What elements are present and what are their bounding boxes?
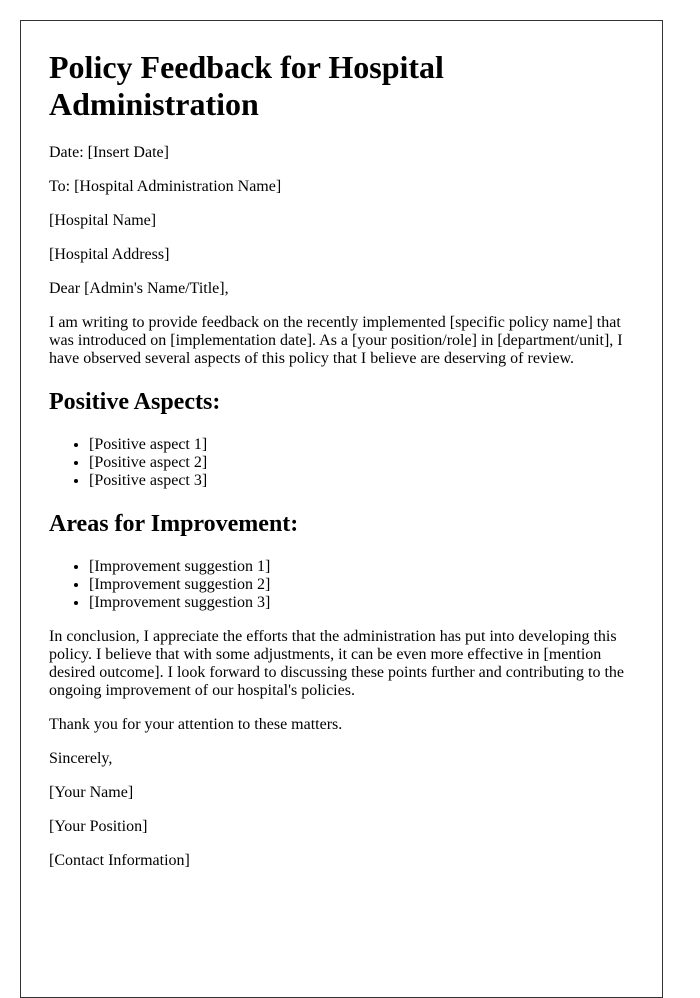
conclusion-paragraph: In conclusion, I appreciate the efforts …	[49, 628, 624, 699]
improvement-suggestions-list: [Improvement suggestion 1] [Improvement …	[49, 558, 634, 612]
document-title: Policy Feedback for Hospital Administrat…	[49, 49, 444, 122]
list-item: [Improvement suggestion 3]	[89, 594, 634, 612]
positive-aspects-list: [Positive aspect 1] [Positive aspect 2] …	[49, 436, 634, 490]
list-item: [Improvement suggestion 2]	[89, 576, 634, 594]
closing: Sincerely,	[49, 750, 113, 767]
list-item: [Improvement suggestion 1]	[89, 558, 634, 576]
recipient-line: To: [Hospital Administration Name]	[49, 178, 282, 195]
list-item: [Positive aspect 1]	[89, 436, 634, 454]
hospital-name: [Hospital Name]	[49, 212, 157, 229]
list-item: [Positive aspect 2]	[89, 454, 634, 472]
thanks-line: Thank you for your attention to these ma…	[49, 716, 343, 733]
list-item: [Positive aspect 3]	[89, 472, 634, 490]
signature-position: [Your Position]	[49, 818, 148, 835]
letter-container: Policy Feedback for Hospital Administrat…	[20, 20, 663, 998]
intro-paragraph: I am writing to provide feedback on the …	[49, 314, 623, 367]
salutation: Dear [Admin's Name/Title],	[49, 280, 229, 297]
signature-name: [Your Name]	[49, 784, 134, 801]
section-heading-positive-aspects: Positive Aspects:	[49, 389, 221, 415]
section-heading-areas-for-improvement: Areas for Improvement:	[49, 511, 299, 537]
date-line: Date: [Insert Date]	[49, 144, 169, 161]
signature-contact: [Contact Information]	[49, 852, 190, 869]
hospital-address: [Hospital Address]	[49, 246, 170, 263]
